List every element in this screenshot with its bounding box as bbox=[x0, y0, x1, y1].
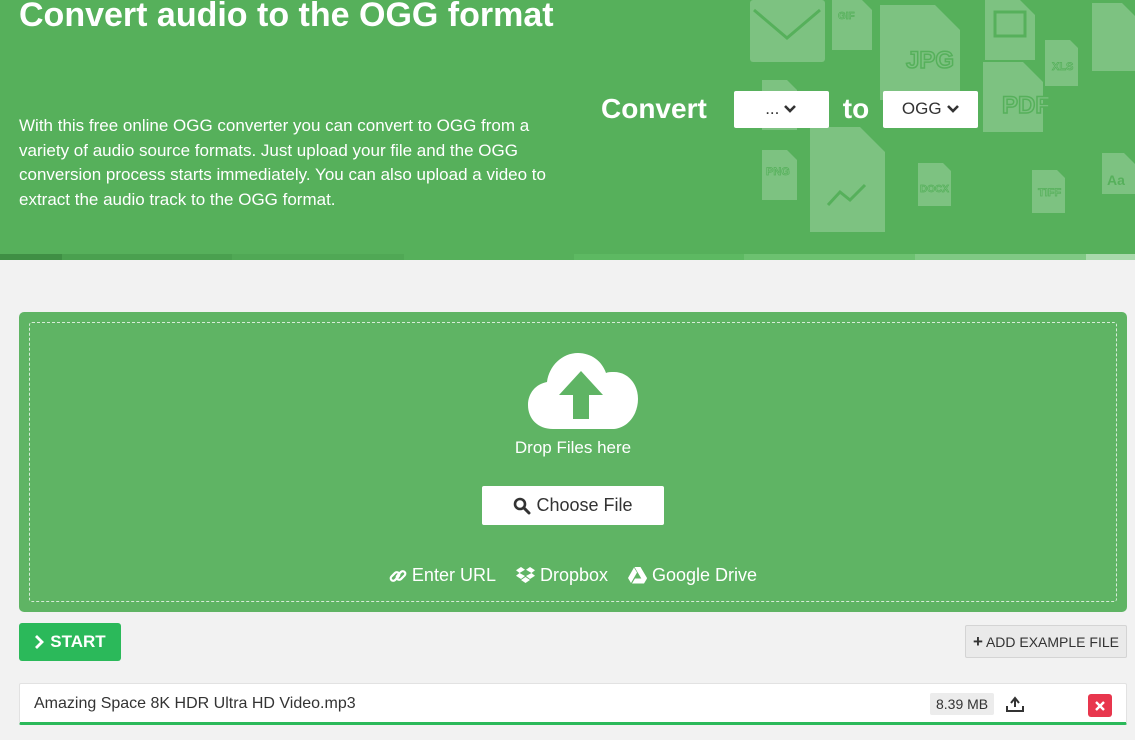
choose-file-button[interactable]: Choose File bbox=[482, 486, 664, 525]
target-format-select[interactable]: OGG bbox=[883, 90, 979, 128]
file-list-item: Amazing Space 8K HDR Ultra HD Video.mp3 … bbox=[19, 683, 1127, 725]
to-label: to bbox=[842, 93, 870, 124]
svg-text:PDF: PDF bbox=[1002, 92, 1050, 119]
svg-text:Aa: Aa bbox=[1107, 172, 1125, 188]
file-size-badge: 8.39 MB bbox=[930, 693, 995, 715]
link-icon bbox=[389, 569, 407, 582]
svg-text:GIF: GIF bbox=[838, 11, 855, 22]
svg-text:DOCX: DOCX bbox=[920, 184, 949, 195]
drop-files-text: Drop Files here bbox=[514, 438, 632, 457]
choose-file-label: Choose File bbox=[536, 495, 633, 515]
dropzone-border: Drop Files here Choose File Enter URL Dr… bbox=[29, 322, 1117, 602]
plus-icon: + bbox=[973, 631, 983, 651]
enter-url-label: Enter URL bbox=[411, 565, 496, 585]
dropbox-label: Dropbox bbox=[539, 565, 609, 585]
add-example-file-button[interactable]: + ADD EXAMPLE FILE bbox=[965, 625, 1127, 658]
format-selector-row: Convert ... to OGG bbox=[601, 90, 979, 128]
svg-text:TIFF: TIFF bbox=[1038, 187, 1061, 199]
header-bottom-strip bbox=[0, 254, 1135, 260]
page-title: Convert audio to the OGG format bbox=[19, 0, 554, 34]
svg-text:XLS: XLS bbox=[1052, 61, 1073, 73]
svg-text:PNG: PNG bbox=[766, 166, 790, 178]
delete-file-button[interactable] bbox=[1088, 694, 1112, 717]
file-dropzone[interactable]: Drop Files here Choose File Enter URL Dr… bbox=[19, 312, 1127, 612]
download-settings-icon[interactable] bbox=[1005, 694, 1025, 714]
svg-text:JPG: JPG bbox=[906, 47, 954, 74]
google-drive-label: Google Drive bbox=[652, 565, 758, 585]
chevron-down-icon bbox=[784, 105, 797, 113]
add-example-file-label: ADD EXAMPLE FILE bbox=[985, 633, 1119, 650]
start-label: START bbox=[50, 632, 106, 651]
source-format-select[interactable]: ... bbox=[733, 90, 829, 128]
enter-url-button[interactable]: Enter URL bbox=[389, 565, 496, 586]
cloud-upload-icon bbox=[528, 353, 638, 429]
search-icon bbox=[514, 497, 531, 514]
file-name: Amazing Space 8K HDR Ultra HD Video.mp3 bbox=[34, 695, 356, 712]
target-format-value: OGG bbox=[901, 99, 942, 118]
source-format-value: ... bbox=[765, 99, 780, 118]
chevron-down-icon bbox=[946, 105, 959, 113]
dropbox-button[interactable]: Dropbox bbox=[515, 565, 609, 586]
hero-header: Convert audio to the OGG format With thi… bbox=[0, 0, 1135, 260]
upload-sources: Enter URL Dropbox Google Drive bbox=[30, 565, 1116, 586]
close-icon bbox=[1095, 700, 1105, 711]
google-drive-icon bbox=[628, 567, 648, 584]
start-button[interactable]: START bbox=[19, 623, 121, 661]
page-description: With this free online OGG converter you … bbox=[19, 116, 546, 209]
chevron-right-icon bbox=[35, 635, 45, 649]
google-drive-button[interactable]: Google Drive bbox=[628, 565, 757, 586]
convert-label: Convert bbox=[601, 93, 707, 124]
dropbox-icon bbox=[515, 567, 535, 583]
